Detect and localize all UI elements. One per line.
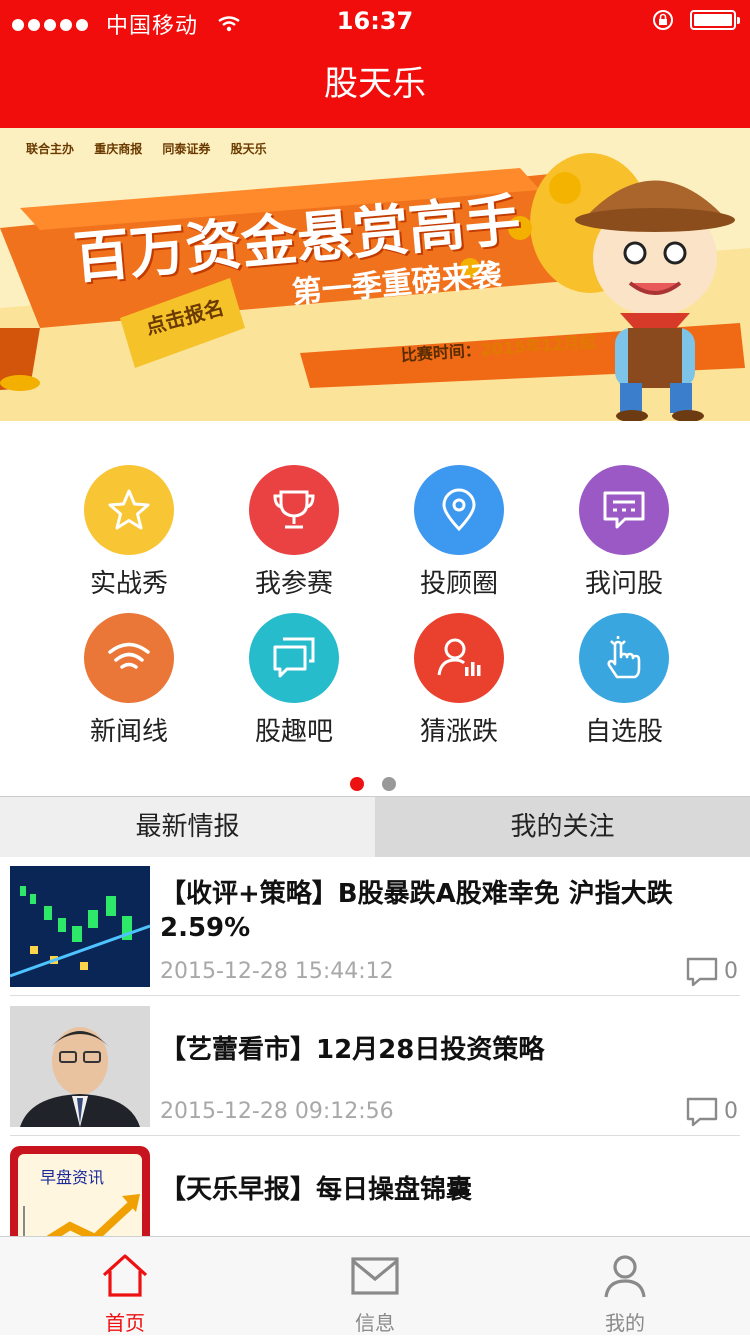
- sponsor-label: 同泰证券: [162, 142, 211, 156]
- news-title: 【艺蕾看市】12月28日投资策略: [160, 1035, 545, 1065]
- comment-count: 0: [724, 959, 738, 984]
- page-title: 股天乐: [324, 64, 426, 104]
- grid-item-watchlist[interactable]: 自选股: [541, 613, 707, 748]
- grid-item-label: 我参赛: [254, 569, 333, 599]
- news-date: 2015-12-28 15:44:12: [160, 959, 394, 984]
- status-bar: 中国移动 16:37: [0, 0, 750, 40]
- grid-item-news-line[interactable]: 新闻线: [46, 613, 212, 748]
- tab-profile[interactable]: 我的: [500, 1237, 750, 1335]
- grid-item-label: 投顾圈: [419, 569, 498, 599]
- trophy-icon: [249, 465, 339, 555]
- grid-item-label: 新闻线: [89, 717, 168, 747]
- bottom-tab-bar: 首页 信息 我的: [0, 1236, 750, 1335]
- tab-label: 我的: [605, 1311, 645, 1335]
- comment-icon: [686, 957, 718, 987]
- page-dot-active[interactable]: [350, 777, 364, 791]
- tab-label: 首页: [105, 1311, 145, 1335]
- sponsor-label: 联合主办: [26, 142, 75, 156]
- grid-item-label: 实战秀: [89, 569, 168, 599]
- tab-messages[interactable]: 信息: [250, 1237, 500, 1335]
- grid-item-label: 猜涨跌: [419, 717, 498, 747]
- mail-icon: [351, 1257, 399, 1295]
- grid-item-practice-show[interactable]: 实战秀: [46, 465, 212, 600]
- news-title: 【天乐早报】每日操盘锦囊: [160, 1175, 473, 1205]
- news-tabs: 最新情报 我的关注: [0, 796, 750, 857]
- sponsor-label: 股天乐: [230, 142, 267, 156]
- user-chart-icon: [414, 613, 504, 703]
- tab-home[interactable]: 首页: [0, 1237, 250, 1335]
- news-thumbnail: [10, 1006, 150, 1127]
- page-indicator: [350, 776, 414, 795]
- grid-item-stock-fun[interactable]: 股趣吧: [211, 613, 377, 748]
- tab-latest-news[interactable]: 最新情报: [0, 797, 375, 857]
- grid-item-label: 我问股: [584, 569, 663, 599]
- grid-item-ask-stock[interactable]: 我问股: [541, 465, 707, 600]
- banner-sponsors: 联合主办 重庆商报 同泰证券 股天乐: [26, 140, 283, 157]
- hand-tap-icon: [579, 613, 669, 703]
- chat-bubbles-icon: [249, 613, 339, 703]
- grid-item-label: 股趣吧: [254, 717, 333, 747]
- battery-icon: [690, 10, 740, 30]
- location-pin-icon: [414, 465, 504, 555]
- grid-item-advisor-circle[interactable]: 投顾圈: [376, 465, 542, 600]
- nav-bar: 股天乐: [0, 40, 750, 128]
- grid-item-my-contest[interactable]: 我参赛: [211, 465, 377, 600]
- list-item[interactable]: 【收评+策略】B股暴跌A股难幸免 沪指大跌2.59% 2015-12-28 15…: [0, 857, 750, 997]
- list-item[interactable]: 早盘资讯 【天乐早报】每日操盘锦囊: [0, 1137, 750, 1236]
- thumb-caption: 早盘资讯: [40, 1168, 105, 1187]
- clock: 16:37: [336, 7, 414, 35]
- wifi-icon: [84, 613, 174, 703]
- news-date: 2015-12-28 09:12:56: [160, 1099, 394, 1124]
- comment-count: 0: [724, 1099, 738, 1124]
- grid-item-guess-trend[interactable]: 猜涨跌: [376, 613, 542, 748]
- user-icon: [604, 1255, 646, 1298]
- feature-grid: 实战秀 我参赛 投顾圈 我问股 新闻线 股趣吧 猜涨跌 自选股: [0, 421, 750, 796]
- tab-my-follows[interactable]: 我的关注: [375, 797, 750, 857]
- tab-label: 信息: [355, 1311, 395, 1335]
- list-item[interactable]: 【艺蕾看市】12月28日投资策略 2015-12-28 09:12:56 0: [0, 997, 750, 1137]
- promo-banner[interactable]: 联合主办 重庆商报 同泰证券 股天乐 百万资金悬赏高手 第一季重磅来袭 点击报名…: [0, 128, 750, 421]
- sponsor-label: 重庆商报: [94, 142, 143, 156]
- news-thumbnail: 早盘资讯: [10, 1146, 150, 1236]
- home-icon: [102, 1254, 148, 1297]
- news-thumbnail: [10, 866, 150, 987]
- page-dot[interactable]: [382, 777, 396, 791]
- grid-item-label: 自选股: [584, 717, 663, 747]
- divider: [10, 1135, 740, 1136]
- comment-icon: [686, 1097, 718, 1127]
- news-title: 【收评+策略】B股暴跌A股难幸免 沪指大跌2.59%: [160, 879, 673, 943]
- star-icon: [84, 465, 174, 555]
- rotation-lock-icon: [653, 10, 673, 30]
- chat-icon: [579, 465, 669, 555]
- divider: [10, 995, 740, 996]
